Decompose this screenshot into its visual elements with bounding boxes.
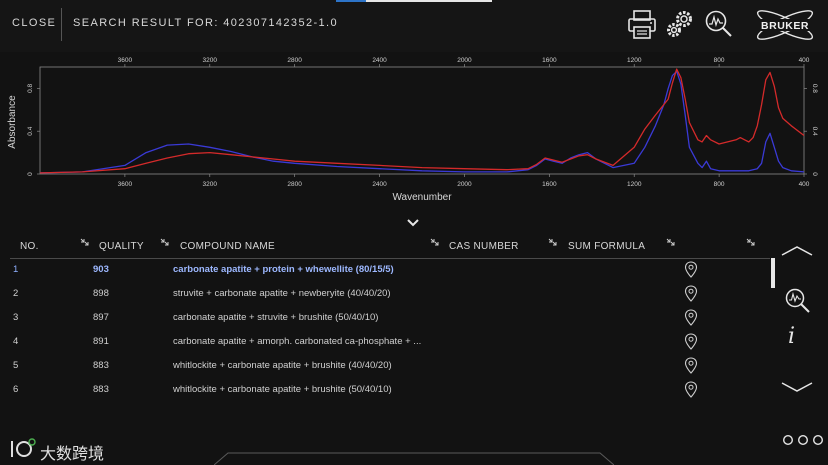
col-sum-formula[interactable]: SUM FORMULA xyxy=(568,241,645,252)
row-compound-name: carbonate apatite + struvite + brushite … xyxy=(173,312,379,323)
table-row[interactable]: 1 903 carbonate apatite + protein + whew… xyxy=(0,258,770,282)
row-compound-name: struvite + carbonate apatite + newberyit… xyxy=(173,288,391,299)
row-compound-name: carbonate apatite + protein + whewellite… xyxy=(173,264,394,275)
row-quality: 883 xyxy=(93,360,109,371)
x-tick-label-top: 400 xyxy=(799,57,810,64)
x-tick-label-top: 800 xyxy=(714,57,725,64)
location-pin-icon[interactable] xyxy=(684,381,698,398)
x-tick-label-top: 2400 xyxy=(372,57,387,64)
watermark-text: 大数跨境 xyxy=(40,444,105,463)
col-cas-number[interactable]: CAS NUMBER xyxy=(449,241,519,252)
row-quality: 883 xyxy=(93,384,109,395)
bruker-logo[interactable]: BRUKER xyxy=(752,6,818,44)
y-tick-label: 0.8 xyxy=(27,84,34,93)
row-quality: 891 xyxy=(93,336,109,347)
x-tick-label: 400 xyxy=(799,181,810,188)
sort-icon[interactable] xyxy=(746,238,755,246)
gears-icon[interactable] xyxy=(664,8,696,40)
location-pin-icon[interactable] xyxy=(684,357,698,374)
series-line-red xyxy=(39,68,805,174)
sort-icon[interactable] xyxy=(160,238,169,246)
location-pin-icon[interactable] xyxy=(684,309,698,326)
magnify-spectrum-icon[interactable] xyxy=(783,286,811,314)
table-row[interactable]: 6 883 whitlockite + carbonate apatite + … xyxy=(0,378,770,402)
row-compound-name: whitlockite + carbonate apatite + brushi… xyxy=(173,360,392,371)
row-number: 4 xyxy=(13,336,19,347)
printer-icon[interactable] xyxy=(626,8,658,40)
x-tick-label-top: 3600 xyxy=(118,57,133,64)
y-tick-label-right: 0 xyxy=(811,172,818,176)
x-tick-label: 2000 xyxy=(457,181,472,188)
x-tick-label-top: 3200 xyxy=(203,57,218,64)
row-number: 1 xyxy=(13,264,19,275)
more-dots-icon[interactable] xyxy=(782,434,826,446)
bottom-handle xyxy=(214,452,614,465)
close-button[interactable]: CLOSE xyxy=(12,17,56,29)
x-tick-label: 3200 xyxy=(203,181,218,188)
col-no[interactable]: NO. xyxy=(20,241,39,252)
table-row[interactable]: 3 897 carbonate apatite + struvite + bru… xyxy=(0,306,770,330)
row-compound-name: carbonate apatite + amorph. carbonated c… xyxy=(173,336,422,347)
table-row[interactable]: 5 883 whitlockite + carbonate apatite + … xyxy=(0,354,770,378)
table-header: NO. QUALITY COMPOUND NAME CAS NUMBER SUM… xyxy=(0,236,770,258)
expand-chevron-icon[interactable] xyxy=(406,218,420,228)
x-tick-label: 800 xyxy=(714,181,725,188)
x-tick-label: 2400 xyxy=(372,181,387,188)
row-number: 3 xyxy=(13,312,19,323)
row-number: 5 xyxy=(13,360,19,371)
sort-icon[interactable] xyxy=(430,238,439,246)
row-quality: 898 xyxy=(93,288,109,299)
x-tick-label-top: 2000 xyxy=(457,57,472,64)
row-number: 2 xyxy=(13,288,19,299)
sort-icon[interactable] xyxy=(548,238,557,246)
x-tick-label: 3600 xyxy=(118,181,133,188)
brand-text: BRUKER xyxy=(761,20,809,32)
table-row[interactable]: 4 891 carbonate apatite + amorph. carbon… xyxy=(0,330,770,354)
row-compound-name: whitlockite + carbonate apatite + brushi… xyxy=(173,384,392,395)
x-tick-label: 2800 xyxy=(287,181,302,188)
y-tick-label: 0 xyxy=(27,172,34,176)
info-icon[interactable]: i xyxy=(788,324,795,349)
y-axis-label: Absorbance xyxy=(7,95,18,149)
spectrum-chart[interactable]: 3600 3200 2800 2400 2000 1600 1200 800 400 3600 3… xyxy=(0,52,828,210)
x-tick-label: 1200 xyxy=(627,181,642,188)
header-divider xyxy=(61,8,62,41)
x-tick-label: 1600 xyxy=(542,181,557,188)
chevron-down-icon[interactable] xyxy=(780,380,814,394)
row-quality: 897 xyxy=(93,312,109,323)
y-tick-label-right: 0.8 xyxy=(811,84,818,93)
x-tick-label-top: 2800 xyxy=(287,57,302,64)
top-accent-blue xyxy=(336,0,366,2)
y-tick-label-right: 0.4 xyxy=(811,127,818,136)
sort-icon[interactable] xyxy=(666,238,675,246)
x-tick-label-top: 1200 xyxy=(627,57,642,64)
row-number: 6 xyxy=(13,384,19,395)
x-tick-label-top: 1600 xyxy=(542,57,557,64)
col-quality[interactable]: QUALITY xyxy=(99,241,144,252)
location-pin-icon[interactable] xyxy=(684,333,698,350)
top-bar: CLOSE SEARCH RESULT FOR: 402307142352-1.… xyxy=(0,0,828,52)
location-pin-icon[interactable] xyxy=(684,285,698,302)
spectrum-search-icon[interactable] xyxy=(702,8,734,40)
row-quality: 903 xyxy=(93,264,109,275)
location-pin-icon[interactable] xyxy=(684,261,698,278)
x-axis-label: Wavenumber xyxy=(392,192,452,203)
sort-icon[interactable] xyxy=(80,238,89,246)
col-compound-name[interactable]: COMPOUND NAME xyxy=(180,241,275,252)
scrollbar-thumb[interactable] xyxy=(771,258,775,288)
y-tick-label: 0.4 xyxy=(27,126,34,135)
search-result-title: SEARCH RESULT FOR: 402307142352-1.0 xyxy=(73,17,339,29)
table-row[interactable]: 2 898 struvite + carbonate apatite + new… xyxy=(0,282,770,306)
chevron-up-icon[interactable] xyxy=(780,244,814,258)
